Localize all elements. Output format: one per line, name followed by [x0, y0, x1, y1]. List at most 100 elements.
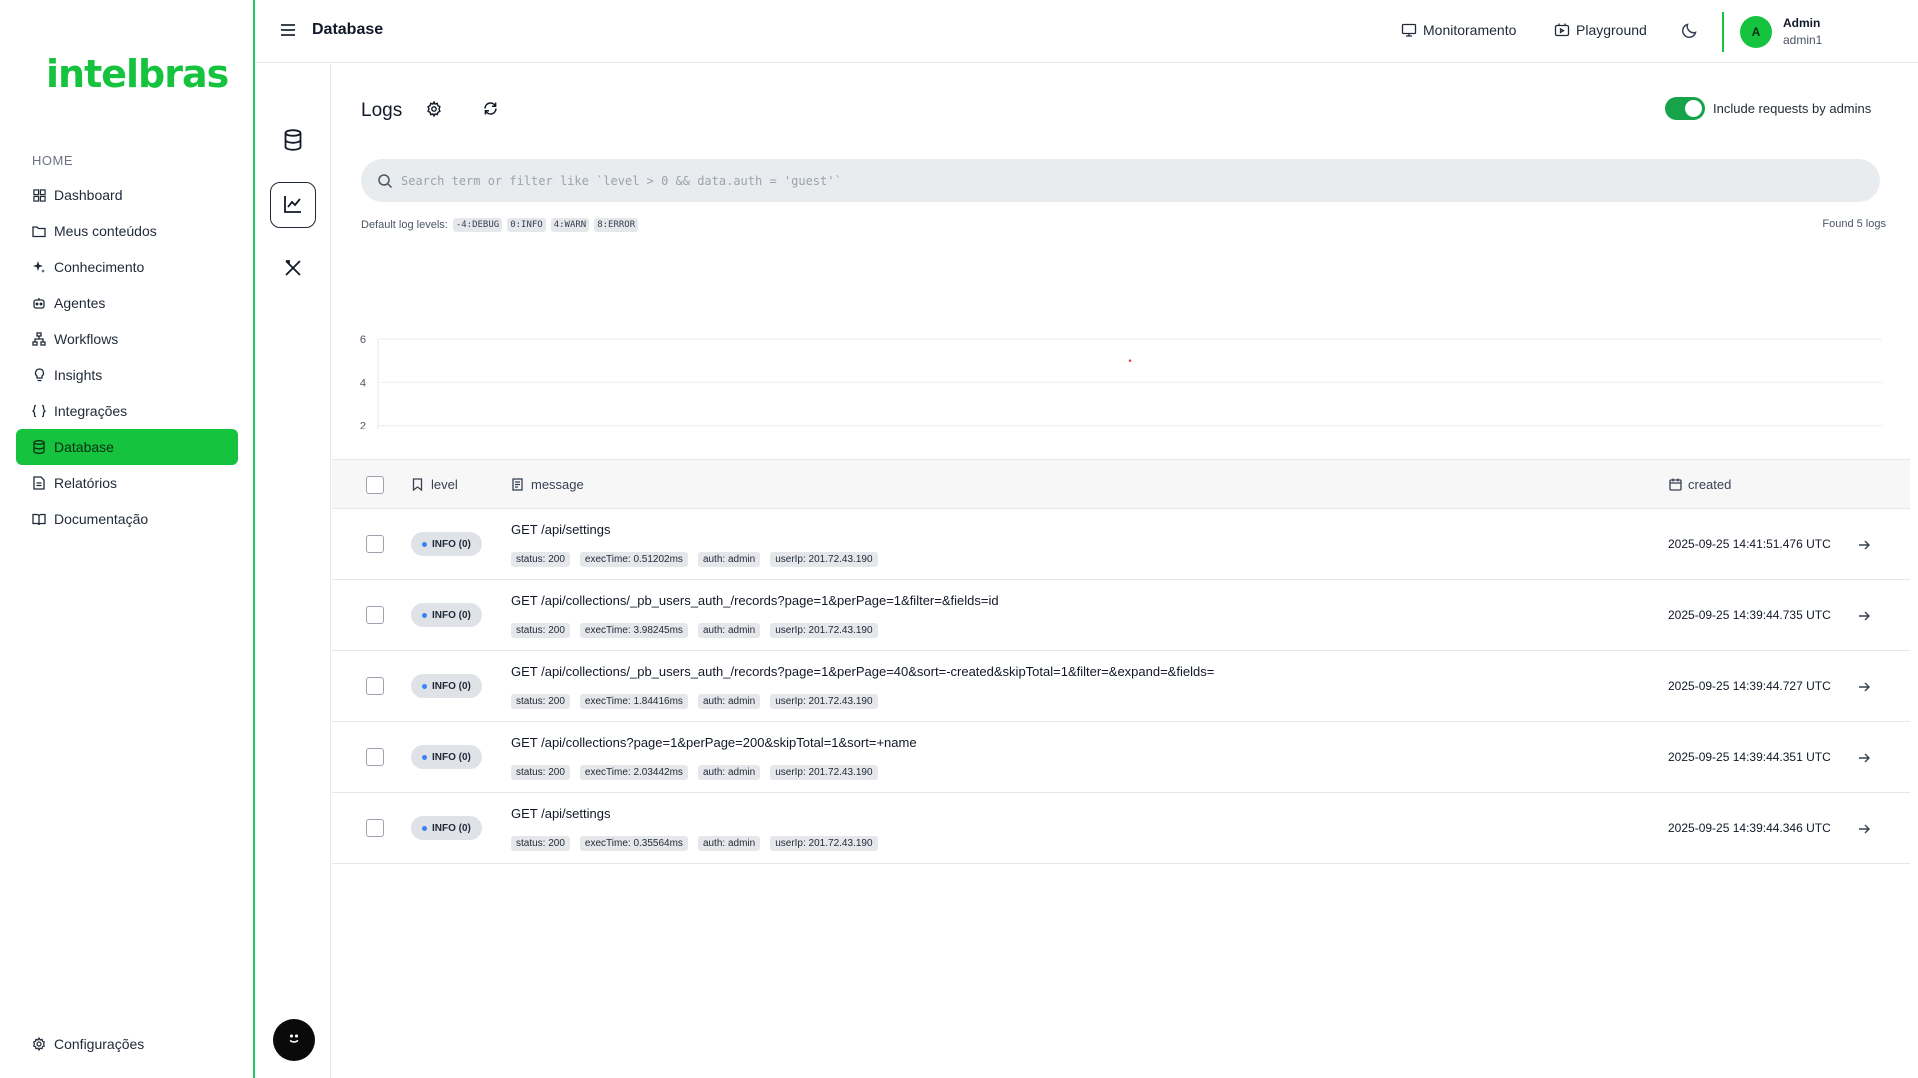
column-label: message: [531, 477, 584, 492]
table-row[interactable]: INFO (0) GET /api/settings status: 200 e…: [332, 509, 1910, 580]
row-checkbox[interactable]: [366, 677, 384, 695]
grid-icon: [32, 188, 46, 202]
level-dot: [422, 825, 427, 831]
level-badge-error: 8:ERROR: [594, 218, 639, 232]
sidebar: intelbras HOME Dashboard Meus conteúdos …: [0, 0, 255, 1078]
table-row[interactable]: INFO (0) GET /api/settings status: 200 e…: [332, 793, 1910, 864]
include-admins-toggle[interactable]: Include requests by admins: [1665, 97, 1871, 120]
sidebar-item-integracoes[interactable]: Integrações: [16, 393, 238, 429]
select-all-checkbox[interactable]: [366, 476, 384, 494]
nav-section-title: HOME: [32, 153, 73, 168]
monitoring-link[interactable]: Monitoramento: [1401, 22, 1516, 38]
sidebar-item-label: Insights: [54, 367, 103, 383]
user-name: Admin: [1783, 16, 1821, 30]
sidebar-item-database[interactable]: Database: [16, 429, 238, 465]
user-login: admin1: [1783, 33, 1823, 47]
sidebar-item-agentes[interactable]: Agentes: [16, 285, 238, 321]
level-badge: INFO (0): [411, 674, 482, 698]
table-row[interactable]: INFO (0) GET /api/collections/_pb_users_…: [332, 580, 1910, 651]
log-message: GET /api/collections?page=1&perPage=200&…: [511, 735, 917, 750]
line-chart-icon: [282, 193, 304, 218]
smile-icon: [285, 1030, 303, 1051]
settings-rail-button[interactable]: [270, 246, 316, 292]
toggle-switch[interactable]: [1665, 97, 1705, 120]
arrow-right-icon[interactable]: [1857, 609, 1871, 623]
refresh-button[interactable]: [480, 100, 500, 120]
collections-rail-button[interactable]: [270, 118, 316, 164]
logs-rail-button[interactable]: [270, 182, 316, 228]
playground-icon: [1554, 22, 1570, 38]
sidebar-item-insights[interactable]: Insights: [16, 357, 238, 393]
bookmark-icon: [412, 478, 425, 491]
toggle-label: Include requests by admins: [1713, 101, 1872, 116]
sidebar-item-label: Integrações: [54, 403, 128, 419]
tag-exectime: execTime: 0.35564ms: [579, 836, 688, 851]
sidebar-item-conhecimento[interactable]: Conhecimento: [16, 249, 238, 285]
arrow-right-icon[interactable]: [1857, 822, 1871, 836]
brand-logo[interactable]: intelbras: [46, 52, 229, 96]
column-message[interactable]: message: [512, 477, 584, 492]
log-message: GET /api/settings: [511, 522, 611, 537]
menu-icon[interactable]: [278, 20, 298, 40]
log-tags: status: 200 execTime: 0.51202ms auth: ad…: [511, 552, 888, 567]
sidebar-item-configuracoes[interactable]: Configurações: [32, 1036, 144, 1052]
sidebar-item-dashboard[interactable]: Dashboard: [16, 177, 238, 213]
gear-icon: [426, 100, 442, 120]
tag-userip: userIp: 201.72.43.190: [770, 552, 878, 567]
avatar[interactable]: A: [1740, 16, 1772, 48]
arrow-right-icon[interactable]: [1857, 680, 1871, 694]
level-dot: [422, 612, 427, 618]
tag-status: status: 200: [511, 765, 570, 780]
row-checkbox[interactable]: [366, 606, 384, 624]
sidebar-item-label: Workflows: [54, 331, 119, 347]
level-dot: [422, 754, 427, 760]
level-badge-warn: 4:WARN: [550, 218, 590, 232]
column-level[interactable]: level: [412, 477, 458, 492]
assistant-button[interactable]: [273, 1019, 315, 1061]
tag-exectime: execTime: 3.98245ms: [579, 623, 688, 638]
level-dot: [422, 683, 427, 689]
tag-userip: userIp: 201.72.43.190: [770, 765, 878, 780]
tag-status: status: 200: [511, 694, 570, 709]
log-created: 2025-09-25 14:39:44.735 UTC: [1668, 608, 1831, 622]
search-bar[interactable]: [361, 159, 1880, 202]
logs-table: level message created INFO (0) GET /api/…: [332, 459, 1910, 864]
gear-icon: [32, 1037, 46, 1051]
tag-auth: auth: admin: [697, 694, 761, 709]
column-label: level: [431, 477, 458, 492]
log-message: GET /api/settings: [511, 806, 611, 821]
row-checkbox[interactable]: [366, 748, 384, 766]
tag-auth: auth: admin: [697, 836, 761, 851]
log-levels: Default log levels: -4:DEBUG 0:INFO 4:WA…: [361, 218, 639, 232]
level-badge-debug: -4:DEBUG: [452, 218, 503, 232]
column-created[interactable]: created: [1669, 477, 1731, 492]
sidebar-item-documentacao[interactable]: Documentação: [16, 501, 238, 537]
column-label: created: [1688, 477, 1732, 492]
y-tick-label: 4: [360, 377, 366, 389]
arrow-right-icon[interactable]: [1857, 751, 1871, 765]
folder-icon: [32, 224, 46, 238]
calendar-icon: [1669, 478, 1682, 491]
sidebar-item-label: Relatórios: [54, 475, 118, 491]
sidebar-item-relatorios[interactable]: Relatórios: [16, 465, 238, 501]
sidebar-item-meus-conteudos[interactable]: Meus conteúdos: [16, 213, 238, 249]
arrow-right-icon[interactable]: [1857, 538, 1871, 552]
log-created: 2025-09-25 14:39:44.351 UTC: [1668, 750, 1831, 764]
level-text: INFO (0): [432, 538, 471, 550]
moon-icon[interactable]: [1680, 20, 1700, 40]
logs-settings-button[interactable]: [424, 100, 444, 120]
search-icon: [377, 173, 393, 189]
log-tags: status: 200 execTime: 2.03442ms auth: ad…: [511, 765, 888, 780]
table-row[interactable]: INFO (0) GET /api/collections?page=1&per…: [332, 722, 1910, 793]
level-badge: INFO (0): [411, 745, 482, 769]
sidebar-item-workflows[interactable]: Workflows: [16, 321, 238, 357]
table-row[interactable]: INFO (0) GET /api/collections/_pb_users_…: [332, 651, 1910, 722]
row-checkbox[interactable]: [366, 535, 384, 553]
document-icon: [512, 478, 525, 491]
tools-icon: [282, 257, 304, 282]
row-checkbox[interactable]: [366, 819, 384, 837]
search-input[interactable]: [401, 173, 1801, 188]
tag-exectime: execTime: 0.51202ms: [579, 552, 688, 567]
y-tick-label: 6: [360, 334, 366, 346]
playground-link[interactable]: Playground: [1554, 22, 1647, 38]
